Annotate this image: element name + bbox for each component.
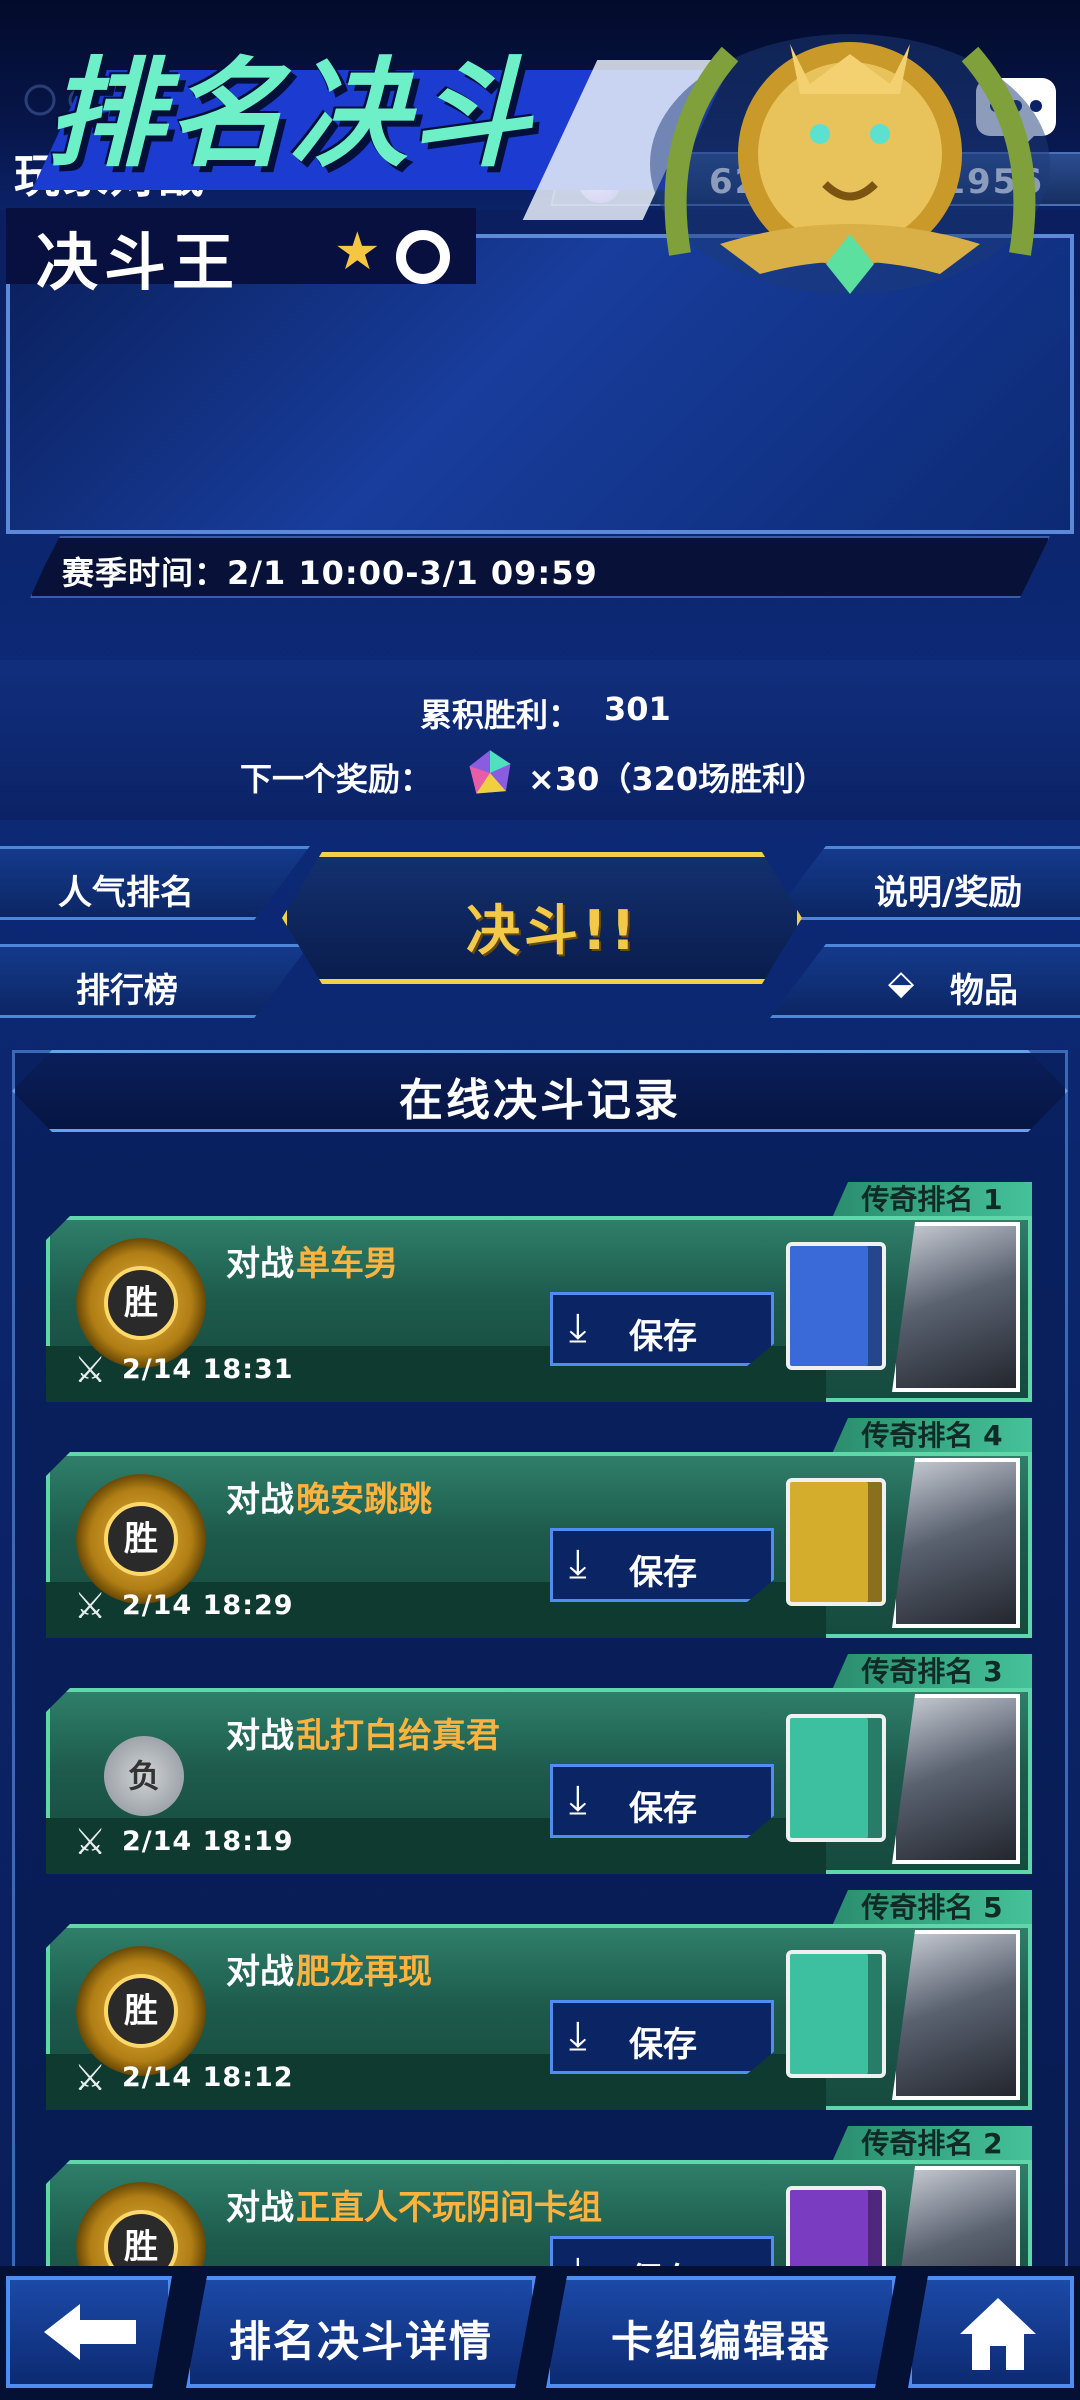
opponent-rank-tag: 传奇排名 5 <box>832 1890 1032 1926</box>
popularity-label: 人气排名 <box>58 873 194 913</box>
duel-time: 2/14 18:31 <box>122 1354 294 1385</box>
leaderboard-label: 排行榜 <box>76 971 178 1011</box>
result-label: 胜 <box>104 1974 178 2048</box>
items-icon: ⬙ <box>888 963 915 1003</box>
next-reward-label: 下一个奖励： <box>240 760 433 798</box>
banner-title: 排名决斗 <box>46 45 535 183</box>
duel-records-title: 在线决斗记录 <box>399 1075 681 1126</box>
opponent-name: 正直人不玩阴间卡组 <box>296 2188 602 2228</box>
result-label: 胜 <box>104 1502 178 1576</box>
leaderboard-button[interactable]: 排行榜 <box>0 944 310 1018</box>
save-label: 保存 <box>629 2025 697 2065</box>
vs-label: 对战 <box>226 1244 294 1284</box>
opponent-name: 乱打白给真君 <box>296 1716 500 1756</box>
star-icon: ★ <box>334 222 381 282</box>
download-icon: ⤓ <box>569 1777 587 1823</box>
rank-name: 决斗王 <box>36 226 241 299</box>
vs-label: 对战 <box>226 1952 294 1992</box>
duel-time: 2/14 18:29 <box>122 1590 294 1621</box>
download-icon: ⤓ <box>569 1305 587 1351</box>
crossed-swords-icon: ⚔ <box>74 1822 107 1863</box>
vs-label: 对战 <box>226 1480 294 1520</box>
save-replay-button[interactable]: ⤓ 保存 <box>550 1528 774 1602</box>
vs-label: 对战 <box>226 1716 294 1756</box>
opponent-rank-tag: 传奇排名 4 <box>832 1418 1032 1454</box>
opponent-rank-tag: 传奇排名 2 <box>832 2126 1032 2162</box>
season-label: 赛季时间： <box>62 554 228 592</box>
info-rewards-label: 说明/奖励 <box>874 873 1023 913</box>
items-button[interactable]: ⬙ 物品 <box>770 944 1080 1018</box>
next-reward-quantity: ×30（320场胜利） <box>528 760 827 798</box>
crossed-swords-icon: ⚔ <box>74 1350 107 1391</box>
crossed-swords-icon: ⚔ <box>74 1586 107 1627</box>
duel-time: 2/14 18:12 <box>122 2062 294 2093</box>
home-button[interactable] <box>908 2276 1074 2388</box>
duel-record-card[interactable]: 传奇排名 3 负 对战 乱打白给真君 ⚔ 2/14 18:19 ⤓ 保存 <box>46 1654 1032 1874</box>
back-arrow-icon <box>44 2304 136 2360</box>
win-medal-icon: 胜 <box>76 1946 206 2076</box>
season-period: 2/1 10:00-3/1 09:59 <box>227 554 598 592</box>
save-label: 保存 <box>629 1317 697 1357</box>
wins-value: 301 <box>604 690 671 728</box>
duel-record-card[interactable]: 传奇排名 4 胜 对战 晚安跳跳 ⚔ 2/14 18:29 ⤓ 保存 <box>46 1418 1032 1638</box>
win-medal-icon: 胜 <box>76 1474 206 1604</box>
crossed-swords-icon: ⚔ <box>74 2058 107 2099</box>
vs-label: 对战 <box>226 2188 294 2228</box>
rank-level-ring <box>396 230 450 284</box>
opponent-name: 肥龙再现 <box>296 1952 432 1992</box>
deck-box-icon <box>786 1478 886 1606</box>
opponent-name: 晚安跳跳 <box>296 1480 432 1520</box>
duel-record-card[interactable]: 传奇排名 1 胜 对战 单车男 ⚔ 2/14 18:31 ⤓ 保存 <box>46 1182 1032 1402</box>
opponent-rank-tag: 传奇排名 3 <box>832 1654 1032 1690</box>
deck-box-icon <box>786 1714 886 1842</box>
download-icon: ⤓ <box>569 2013 587 2059</box>
details-label: 排名决斗详情 <box>228 2317 493 2366</box>
duel-time: 2/14 18:19 <box>122 1826 294 1857</box>
ranked-duel-details-button[interactable]: 排名决斗详情 <box>186 2276 536 2388</box>
duel-record-card[interactable]: 传奇排名 5 胜 对战 肥龙再现 ⚔ 2/14 18:12 ⤓ 保存 <box>46 1890 1032 2110</box>
deck-editor-label: 卡组编辑器 <box>610 2317 831 2366</box>
gem-icon <box>469 750 511 794</box>
deck-box-icon <box>786 1242 886 1370</box>
save-replay-button[interactable]: ⤓ 保存 <box>550 2000 774 2074</box>
save-replay-button[interactable]: ⤓ 保存 <box>550 1292 774 1366</box>
popularity-ranking-button[interactable]: 人气排名 <box>0 846 310 920</box>
deck-box-icon <box>786 1950 886 2078</box>
wins-label: 累积胜利： <box>420 696 581 734</box>
info-rewards-button[interactable]: 说明/奖励 <box>770 846 1080 920</box>
result-label: 负 <box>127 1757 160 1795</box>
download-icon: ⤓ <box>569 1541 587 1587</box>
opponent-rank-tag: 传奇排名 1 <box>832 1182 1032 1218</box>
lion-emblem-icon <box>650 34 1050 294</box>
loss-badge-icon: 负 <box>104 1736 184 1816</box>
save-label: 保存 <box>629 1789 697 1829</box>
season-time: 赛季时间：2/1 10:00-3/1 09:59 <box>62 548 598 594</box>
result-label: 胜 <box>104 1266 178 1340</box>
duel-label[interactable]: 决斗!! <box>466 886 639 965</box>
deck-editor-button[interactable]: 卡组编辑器 <box>546 2276 896 2388</box>
win-medal-icon: 胜 <box>76 1238 206 1368</box>
opponent-name: 单车男 <box>296 1244 398 1284</box>
save-replay-button[interactable]: ⤓ 保存 <box>550 1764 774 1838</box>
items-label: 物品 <box>950 971 1018 1011</box>
home-icon <box>960 2298 1036 2370</box>
back-button[interactable] <box>6 2276 172 2388</box>
save-label: 保存 <box>629 1553 697 1593</box>
